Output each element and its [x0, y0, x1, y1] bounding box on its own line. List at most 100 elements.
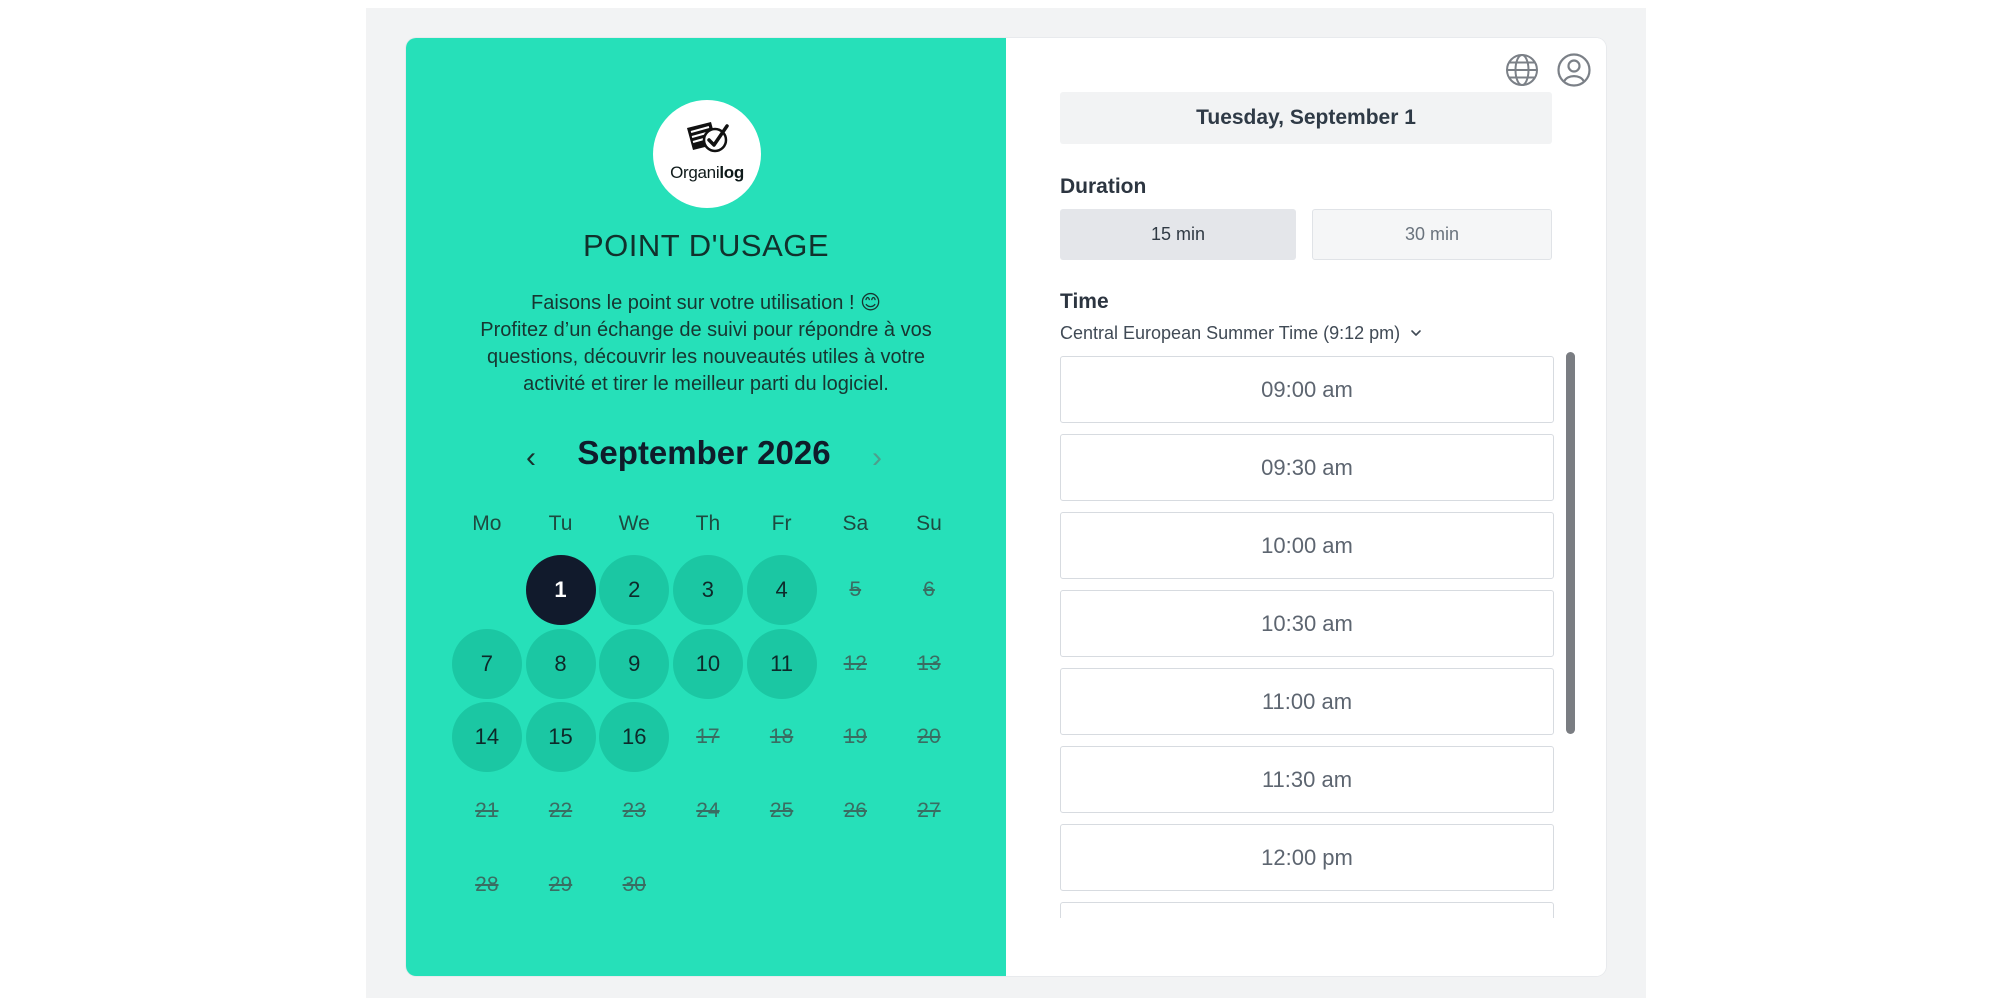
previous-month-button[interactable]: ‹ — [516, 442, 546, 476]
calendar-day-available[interactable]: 15 — [524, 701, 598, 775]
time-slot-button[interactable] — [1060, 902, 1554, 918]
time-slot-button[interactable]: 11:00 am — [1060, 668, 1554, 735]
globe-icon[interactable] — [1504, 52, 1540, 88]
calendar-day-unavailable: 27 — [892, 774, 966, 848]
calendar-day-number: 22 — [548, 799, 573, 823]
calendar-day-number: 8 — [525, 628, 596, 699]
calendar-day-number: 6 — [923, 577, 935, 601]
time-slot-scrollbar[interactable] — [1566, 352, 1575, 734]
event-info-panel: Organilog POINT D'USAGE Faisons le point… — [406, 38, 1006, 976]
time-slot-list[interactable]: 09:00 am 09:30 am 10:00 am 10:30 am 11:0… — [1060, 356, 1554, 918]
calendar-day-number: 29 — [548, 873, 573, 897]
checklist-logo-icon — [687, 122, 729, 153]
calendar-day-available[interactable]: 2 — [597, 553, 671, 627]
weekday-label: Sa — [842, 512, 869, 535]
calendar-day-unavailable: 26 — [818, 774, 892, 848]
calendar-day-unavailable: 13 — [892, 627, 966, 701]
calendar-day-unavailable: 12 — [818, 627, 892, 701]
calendar-day-available[interactable]: 3 — [671, 553, 745, 627]
calendar-day-unavailable: 30 — [597, 848, 671, 922]
selected-date-label: Tuesday, September 1 — [1060, 92, 1552, 144]
calendar-day-number: 14 — [451, 702, 522, 773]
calendar-day-number: 21 — [475, 799, 499, 823]
company-logo: Organilog — [653, 100, 761, 208]
timezone-value: Central European Summer Time (9:12 pm) — [1060, 322, 1401, 343]
calendar-day-number: 12 — [843, 651, 867, 675]
calendar-day-number: 3 — [672, 554, 743, 625]
time-slot-button[interactable]: 12:00 pm — [1060, 824, 1554, 891]
scheduling-panel: Tuesday, September 1 Duration 15 min 30 … — [1006, 38, 1606, 976]
duration-30-button[interactable]: 30 min — [1312, 209, 1552, 260]
calendar-day-available[interactable]: 7 — [450, 627, 524, 701]
calendar-day-available[interactable]: 11 — [745, 627, 819, 701]
calendar-day-number: 30 — [622, 873, 646, 897]
calendar-day-number: 19 — [843, 725, 867, 749]
time-slot-button[interactable]: 10:30 am — [1060, 590, 1554, 657]
weekday-label: We — [618, 512, 650, 535]
logo-text-bold: log — [719, 163, 744, 182]
calendar-day-number: 18 — [769, 725, 794, 749]
weekday-label: Th — [695, 512, 721, 535]
logo-text-regular: Organi — [670, 163, 720, 182]
event-description: Faisons le point sur votre utilisation !… — [446, 290, 966, 398]
month-title: September 2026 — [577, 434, 831, 471]
calendar-day-number: 11 — [746, 628, 817, 699]
calendar-day-number: 10 — [672, 628, 743, 699]
calendar-day-unavailable: 5 — [818, 553, 892, 627]
calendar-day-available[interactable]: 4 — [745, 553, 819, 627]
duration-label: Duration — [1060, 175, 1147, 198]
calendar-day-number: 9 — [599, 628, 670, 699]
calendar-day-unavailable: 28 — [450, 848, 524, 922]
duration-15-button[interactable]: 15 min — [1060, 209, 1296, 260]
calendar-day-number: 4 — [746, 554, 817, 625]
calendar-day-number: 15 — [525, 702, 596, 773]
calendar-day-unavailable: 24 — [671, 774, 745, 848]
calendar-day-unavailable: 25 — [745, 774, 819, 848]
calendar-day-number: 16 — [599, 702, 670, 773]
weekday-label: Su — [916, 512, 942, 535]
calendar-empty-cell — [450, 553, 524, 627]
event-description-line: Faisons le point sur votre utilisation !… — [531, 292, 881, 314]
calendar-day-number: 13 — [917, 651, 941, 675]
calendar-day-number: 24 — [696, 799, 720, 823]
calendar-day-number: 7 — [451, 628, 522, 699]
calendar-day-available[interactable]: 8 — [524, 627, 598, 701]
user-circle-icon[interactable] — [1556, 52, 1592, 88]
logo-wordmark: Organilog — [653, 163, 761, 183]
calendar-day-number: 1 — [525, 554, 596, 625]
calendar-day-number: 25 — [769, 799, 794, 823]
time-slot-button[interactable]: 09:00 am — [1060, 356, 1554, 423]
calendar-day-unavailable: 20 — [892, 701, 966, 775]
calendar-day-unavailable: 29 — [524, 848, 598, 922]
calendar-day-number: 17 — [696, 725, 720, 749]
calendar-day-unavailable: 17 — [671, 701, 745, 775]
next-month-button[interactable]: › — [862, 442, 892, 476]
timezone-select[interactable]: Central European Summer Time (9:12 pm) — [1060, 321, 1422, 345]
calendar-day-number: 26 — [843, 799, 867, 823]
chevron-down-icon — [1411, 330, 1421, 336]
calendar-day-available[interactable]: 9 — [597, 627, 671, 701]
time-slot-button[interactable]: 11:30 am — [1060, 746, 1554, 813]
calendar-day-available[interactable]: 16 — [597, 701, 671, 775]
time-slot-button[interactable]: 09:30 am — [1060, 434, 1554, 501]
calendar-day-unavailable: 18 — [745, 701, 819, 775]
weekday-label: Tu — [548, 512, 573, 535]
booking-card: Organilog POINT D'USAGE Faisons le point… — [406, 38, 1606, 976]
time-label: Time — [1060, 290, 1109, 313]
calendar-day-unavailable: 19 — [818, 701, 892, 775]
calendar-day-number: 20 — [917, 725, 941, 749]
calendar-day-number: 27 — [917, 799, 941, 823]
calendar-day-unavailable: 23 — [597, 774, 671, 848]
calendar-header: ‹ September 2026 › — [406, 434, 1006, 484]
calendar-day-unavailable: 22 — [524, 774, 598, 848]
calendar-day-unavailable: 6 — [892, 553, 966, 627]
calendar-day-unavailable: 21 — [450, 774, 524, 848]
calendar-day-available[interactable]: 10 — [671, 627, 745, 701]
time-slot-button[interactable]: 10:00 am — [1060, 512, 1554, 579]
calendar-day-selected[interactable]: 1 — [524, 553, 598, 627]
calendar-day-available[interactable]: 14 — [450, 701, 524, 775]
event-description-line: Profitez d’un échange de suivi pour répo… — [480, 319, 932, 341]
event-title: POINT D'USAGE — [582, 228, 830, 263]
event-description-line: questions, découvrir les nouveautés util… — [486, 346, 926, 368]
calendar-grid: 1 2 3 4 5 6 7 8 9 10 11 12 13 14 15 16 17 18 19 20 21 22 23 24 2… — [450, 553, 966, 922]
